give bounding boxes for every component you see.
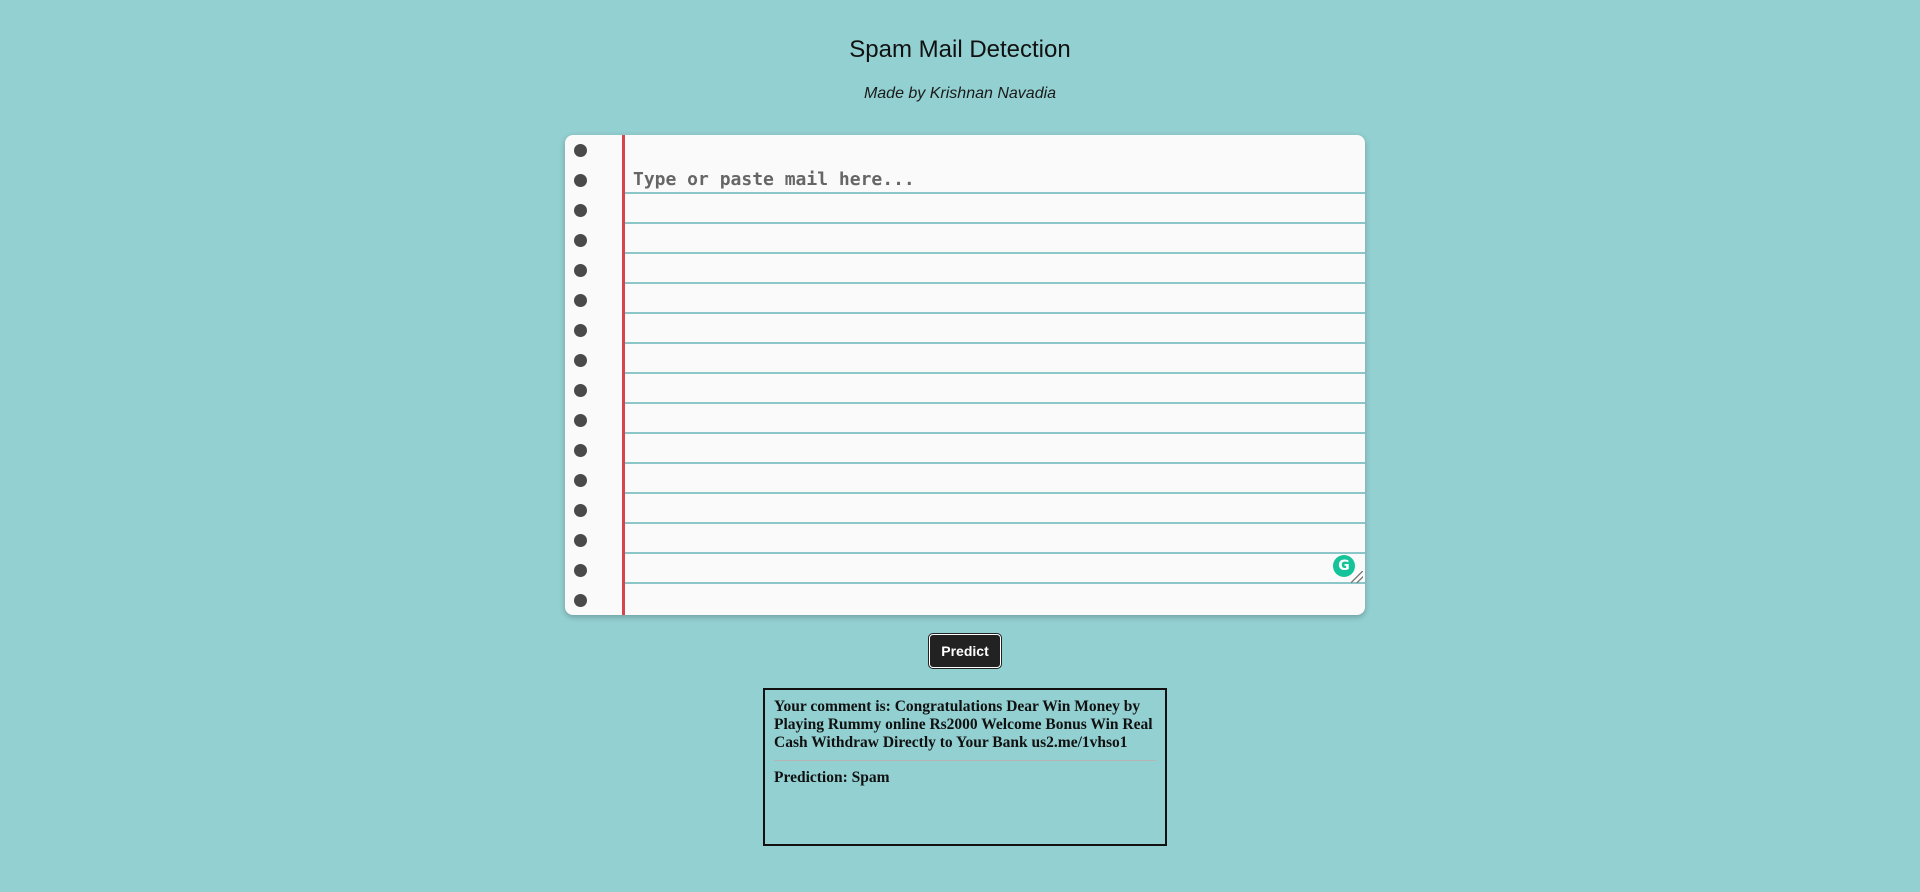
page-title: Spam Mail Detection xyxy=(849,36,1071,63)
result-panel: Your comment is: Congratulations Dear Wi… xyxy=(763,688,1167,846)
resize-grip-icon[interactable] xyxy=(1351,571,1363,583)
binder-hole xyxy=(574,594,587,607)
binder-hole xyxy=(574,204,587,217)
prediction-value: Spam xyxy=(851,769,890,786)
binder-hole xyxy=(574,534,587,547)
binder-hole xyxy=(574,384,587,397)
prediction-label: Prediction: xyxy=(774,769,848,786)
binder-hole xyxy=(574,294,587,307)
binder-hole xyxy=(574,354,587,367)
binder-hole xyxy=(574,504,587,517)
binder-hole xyxy=(574,564,587,577)
binder-hole xyxy=(574,414,587,427)
binder-hole xyxy=(574,444,587,457)
page: Spam Mail Detection Made by Krishnan Nav… xyxy=(0,0,1920,892)
binder-hole xyxy=(574,174,587,187)
binder-holes xyxy=(565,135,623,615)
binder-hole xyxy=(574,144,587,157)
binder-hole xyxy=(574,264,587,277)
result-prediction: Prediction: Spam xyxy=(774,769,1156,787)
notebook-paper: G xyxy=(565,135,1365,615)
binder-hole xyxy=(574,474,587,487)
comment-label: Your comment is: xyxy=(774,698,891,715)
binder-hole xyxy=(574,324,587,337)
result-comment: Your comment is: Congratulations Dear Wi… xyxy=(774,698,1156,761)
predict-button[interactable]: Predict xyxy=(929,634,1001,668)
author-credit: Made by Krishnan Navadia xyxy=(863,85,1057,102)
mail-input[interactable] xyxy=(633,165,1353,585)
binder-hole xyxy=(574,234,587,247)
